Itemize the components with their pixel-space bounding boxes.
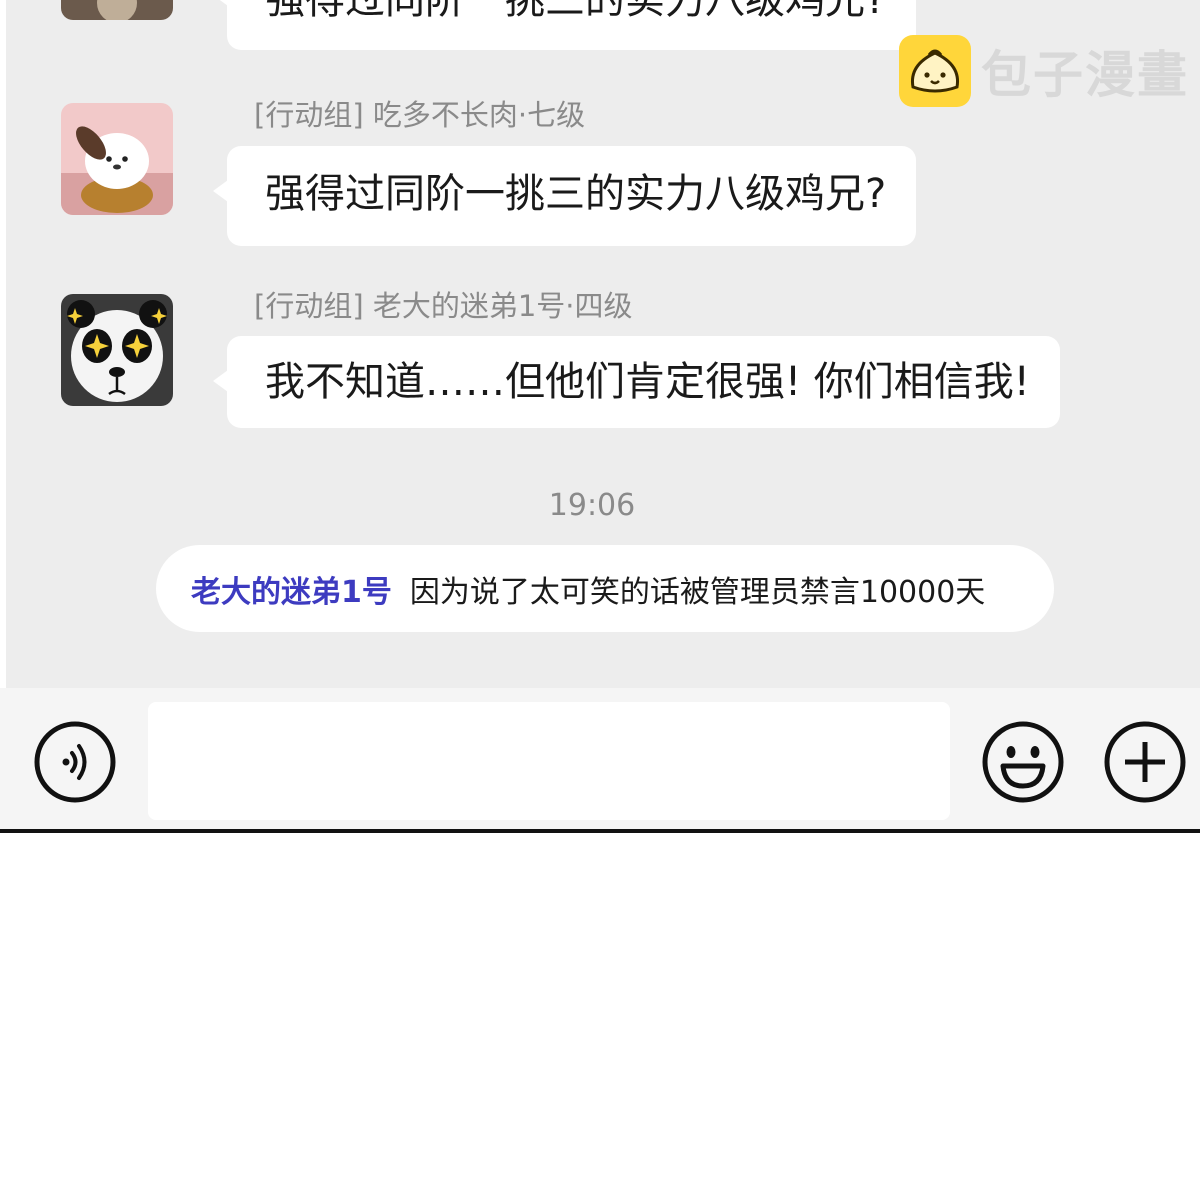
voice-icon[interactable] — [33, 720, 117, 804]
avatar-image — [61, 0, 173, 20]
system-notice: 老大的迷弟1号 因为说了太可笑的话被管理员禁言10000天 — [156, 545, 1054, 632]
watermark-text: 包子漫畫 — [981, 46, 1189, 104]
sender-label: [行动组] 吃多不长肉·七级 — [254, 98, 586, 132]
message-bubble[interactable]: 强得过同阶一挑三的实力八级鸡兄? — [212, 146, 917, 246]
chat-message-area[interactable]: 强得过同阶一挑三的实力八级鸡兄? [行动组] 吃多不长肉·七级 强得过同阶一挑三… — [0, 0, 1200, 688]
avatar[interactable] — [61, 294, 173, 406]
bun-logo-icon — [899, 35, 971, 107]
notice-text: 因为说了太可笑的话被管理员禁言10000天 — [409, 574, 986, 610]
avatar-image — [61, 103, 173, 215]
message-bubble[interactable]: 我不知道……但他们肯定很强! 你们相信我! — [213, 336, 1060, 428]
sender-label: [行动组] 老大的迷弟1号·四级 — [254, 289, 633, 323]
divider — [0, 829, 1200, 833]
message-timestamp: 19:06 — [548, 488, 636, 523]
notice-user-name[interactable]: 老大的迷弟1号 — [191, 567, 392, 611]
avatar[interactable] — [61, 0, 173, 20]
smiley-icon[interactable] — [981, 720, 1065, 804]
avatar-image — [61, 294, 173, 406]
watermark: 包子漫畫 — [899, 35, 1189, 107]
plus-icon[interactable] — [1103, 720, 1187, 804]
message-input[interactable] — [148, 702, 950, 820]
message-bubble[interactable]: 强得过同阶一挑三的实力八级鸡兄? — [212, 0, 917, 50]
avatar[interactable] — [61, 103, 173, 215]
